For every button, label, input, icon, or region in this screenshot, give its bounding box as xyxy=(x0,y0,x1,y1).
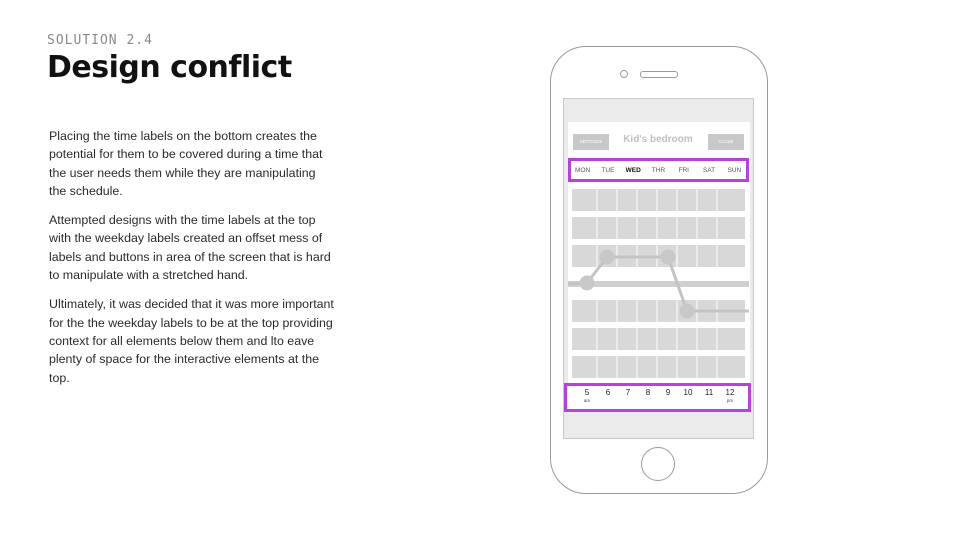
schedule-lane xyxy=(572,245,745,267)
body-text: Placing the time labels on the bottom cr… xyxy=(49,127,334,398)
weekday-highlight xyxy=(568,158,749,182)
paragraph-1: Placing the time labels on the bottom cr… xyxy=(49,129,323,198)
close-button[interactable]: CLOSE xyxy=(708,134,744,150)
schedule-lane xyxy=(572,189,745,211)
page-title: Design conflict xyxy=(47,50,292,85)
app-title: Kid's bedroom xyxy=(623,134,693,145)
paragraph-3: Ultimately, it was decided that it was m… xyxy=(49,297,334,385)
paragraph-2: Attempted designs with the time labels a… xyxy=(49,213,331,283)
home-button[interactable] xyxy=(641,447,675,481)
eyebrow-label: SOLUTION 2.4 xyxy=(47,33,153,48)
settings-button[interactable]: SETTINGS xyxy=(573,134,609,150)
schedule-lane xyxy=(572,328,745,350)
schedule-lane xyxy=(572,217,745,239)
time-labels-highlight xyxy=(564,383,751,412)
schedule-lane xyxy=(572,300,745,322)
schedule-lane xyxy=(572,356,745,378)
camera-icon xyxy=(620,70,628,78)
speaker-icon xyxy=(640,71,678,78)
